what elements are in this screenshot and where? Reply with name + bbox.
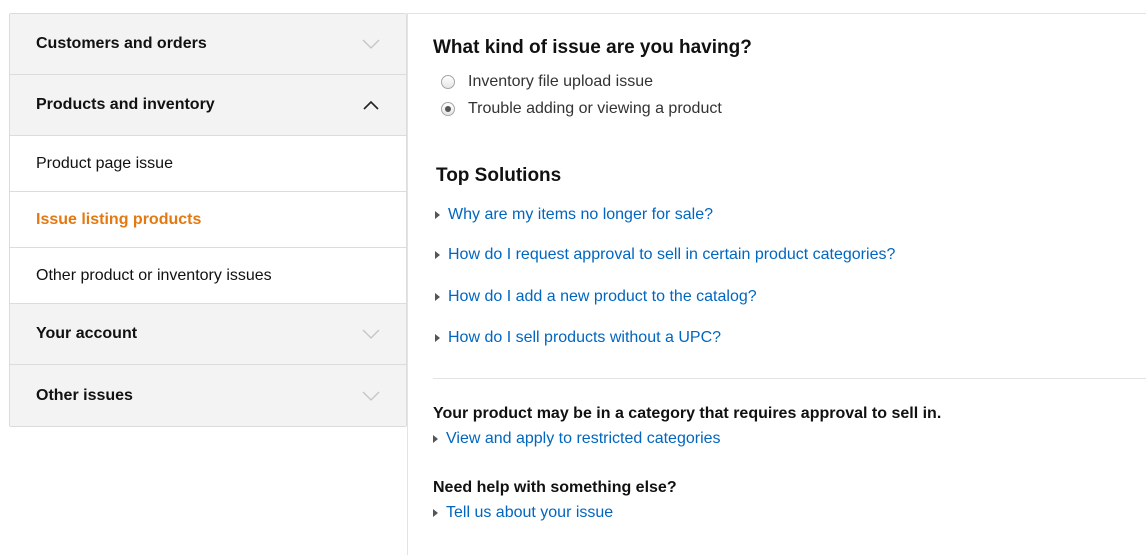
solution-link[interactable]: Why are my items no longer for sale? (435, 206, 713, 224)
restricted-categories-link[interactable]: View and apply to restricted categories (433, 430, 721, 448)
subitem-product-page-issue[interactable]: Product page issue (10, 136, 406, 192)
chevron-up-icon (363, 100, 379, 110)
solution-link-text[interactable]: How do I sell products without a UPC? (448, 329, 721, 347)
top-solutions-heading: Top Solutions (436, 165, 562, 186)
subitem-other-product-inventory-issues[interactable]: Other product or inventory issues (10, 248, 406, 304)
solution-link[interactable]: How do I add a new product to the catalo… (435, 288, 757, 306)
tell-us-link[interactable]: Tell us about your issue (433, 504, 613, 522)
solution-link[interactable]: How do I request approval to sell in cer… (435, 246, 895, 264)
chevron-down-icon (362, 391, 380, 401)
option-label: Inventory file upload issue (468, 73, 653, 90)
link-text[interactable]: Tell us about your issue (446, 504, 613, 522)
radio-button-selected[interactable] (441, 102, 455, 116)
solution-link-text[interactable]: How do I request approval to sell in cer… (448, 246, 895, 264)
caret-right-icon (433, 509, 438, 517)
caret-right-icon (435, 251, 440, 259)
category-customers-and-orders[interactable]: Customers and orders (10, 14, 406, 75)
category-products-and-inventory[interactable]: Products and inventory (10, 75, 406, 136)
chevron-down-icon (362, 329, 380, 339)
divider (433, 378, 1146, 379)
chevron-down-icon (362, 39, 380, 49)
help-sidebar: Customers and orders Products and invent… (9, 13, 407, 427)
category-other-issues[interactable]: Other issues (10, 365, 406, 426)
link-text[interactable]: View and apply to restricted categories (446, 430, 721, 448)
caret-right-icon (435, 334, 440, 342)
category-your-account[interactable]: Your account (10, 304, 406, 365)
solution-link-text[interactable]: How do I add a new product to the catalo… (448, 288, 757, 306)
issue-panel: What kind of issue are you having? Inven… (407, 13, 1146, 555)
option-inventory-file-upload[interactable]: Inventory file upload issue (441, 73, 653, 91)
caret-right-icon (435, 293, 440, 301)
category-label: Other issues (36, 386, 133, 404)
solution-link-text[interactable]: Why are my items no longer for sale? (448, 206, 713, 224)
solution-link[interactable]: How do I sell products without a UPC? (435, 329, 721, 347)
subitem-issue-listing-products[interactable]: Issue listing products (10, 192, 406, 248)
caret-right-icon (433, 435, 438, 443)
category-label: Your account (36, 325, 138, 342)
caret-right-icon (435, 211, 440, 219)
category-label: Customers and orders (36, 35, 207, 52)
option-trouble-adding-product[interactable]: Trouble adding or viewing a product (441, 100, 722, 118)
issue-question-heading: What kind of issue are you having? (433, 37, 752, 58)
radio-button[interactable] (441, 75, 455, 89)
category-approval-note: Your product may be in a category that r… (433, 405, 942, 422)
category-label: Products and inventory (36, 96, 215, 113)
help-heading: Need help with something else? (433, 479, 677, 496)
option-label: Trouble adding or viewing a product (468, 100, 722, 117)
